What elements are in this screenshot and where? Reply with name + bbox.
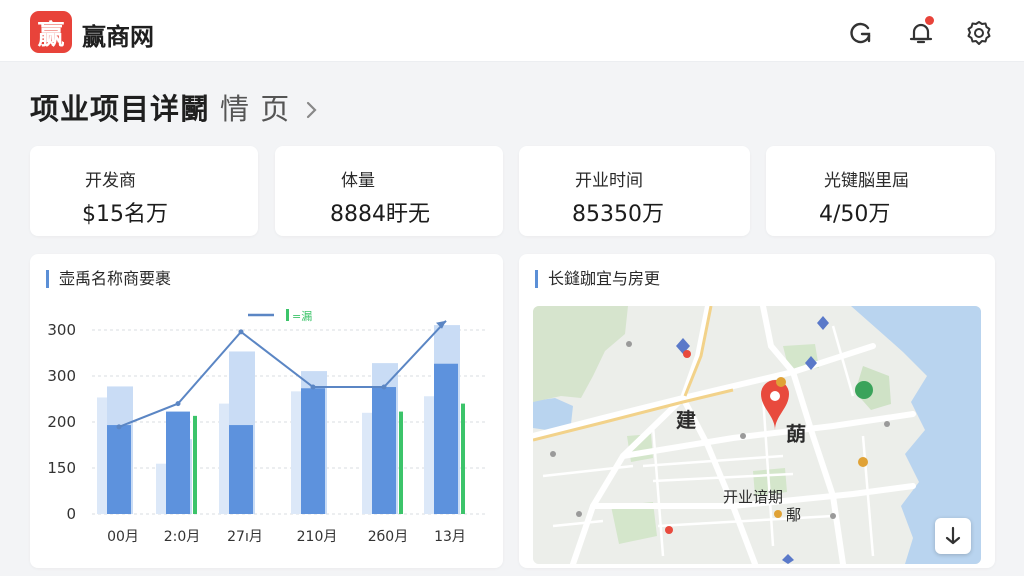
bar-primary (107, 425, 131, 514)
y-tick-label: 0 (66, 505, 76, 523)
y-tick-label: 300 (47, 367, 76, 385)
page-title-text: 项业项目详鬭 (30, 92, 211, 126)
y-tick-label: 200 (47, 413, 76, 431)
bar-accent (461, 403, 465, 514)
stat-label: 开业时间 (575, 171, 643, 191)
gear-icon[interactable] (964, 18, 994, 48)
y-tick-label: 150 (47, 459, 76, 477)
bar-primary (166, 411, 190, 514)
stat-value: 4/50万 (819, 202, 891, 227)
stat-card-open-time: 开业时间 85350万 (519, 146, 750, 236)
y-tick-label: 300 (47, 321, 76, 339)
stat-card-key-metric: 光键脳里屆 4/50万 (766, 146, 995, 236)
map-canvas[interactable] (533, 306, 981, 564)
chart-panel: 壶禹名称商要裹 300 300 200 150 0 =漏 00月 2:0月 27ı月 210月 2б… (30, 254, 503, 568)
trend-point (381, 384, 387, 390)
app-name[interactable]: 赢商网 (82, 17, 154, 52)
chart-panel-title: 壶禹名称商要裹 (46, 270, 171, 288)
x-tick-label: 27ı月 (227, 529, 263, 545)
map-label-right: 蓢 (786, 422, 806, 446)
stat-label: 开发商 (85, 171, 136, 191)
legend-label: =漏 (292, 310, 312, 323)
stat-label: 光键脳里屆 (824, 171, 909, 191)
stat-value: 8884盱无 (330, 202, 430, 227)
x-tick-label: 210月 (297, 529, 338, 545)
page-title: 项业项目详鬭情 页 (30, 86, 319, 128)
stat-value: 85350万 (572, 202, 664, 227)
legend-bar-swatch (286, 309, 289, 321)
refresh-icon[interactable] (846, 18, 876, 48)
map-panel-title: 长鏠跏宜与房更 (535, 270, 660, 288)
bar-accent (193, 415, 197, 514)
stat-card-volume: 体量 8884盱无 (275, 146, 503, 236)
x-tick-label: 13月 (434, 529, 466, 545)
stat-label: 体量 (341, 171, 375, 191)
locate-icon (945, 526, 961, 545)
trend-point (310, 384, 316, 390)
bar-line-chart[interactable]: 300 300 200 150 0 =漏 00月 2:0月 27ı月 210月 2б0月 13月 (30, 294, 503, 564)
bar-primary (372, 387, 396, 514)
trend-point (116, 424, 122, 430)
x-tick-label: 00月 (107, 529, 139, 545)
stat-value: $15名万 (82, 202, 168, 227)
map-view[interactable]: 建 蓢 开业谙期 鄅 (533, 306, 981, 564)
trend-point (238, 329, 244, 335)
notification-dot (925, 16, 934, 25)
breadcrumb-detail[interactable]: 情 页 (220, 92, 290, 126)
map-panel: 长鏠跏宜与房更 建 蓢 开业谙期 鄅 (519, 254, 995, 568)
x-tick-label: 2:0月 (164, 529, 201, 545)
top-bar: 赢 赢商网 (0, 0, 1024, 62)
app-logo[interactable]: 赢 (30, 11, 72, 53)
bar-primary (301, 388, 325, 514)
bar-primary (434, 363, 458, 514)
x-tick-label: 2б0月 (368, 529, 408, 545)
map-label-left: 建 (676, 408, 696, 432)
stat-card-developer: 开发商 $15名万 (30, 146, 258, 236)
map-label-sub: 鄅 (786, 506, 802, 524)
map-label-district: 开业谙期 (723, 488, 784, 506)
bell-icon[interactable] (906, 16, 936, 48)
locate-button[interactable] (935, 518, 971, 554)
bar-primary (229, 425, 253, 514)
bar-accent (399, 411, 403, 514)
trend-point (175, 401, 181, 407)
chevron-right-icon[interactable] (305, 94, 319, 128)
